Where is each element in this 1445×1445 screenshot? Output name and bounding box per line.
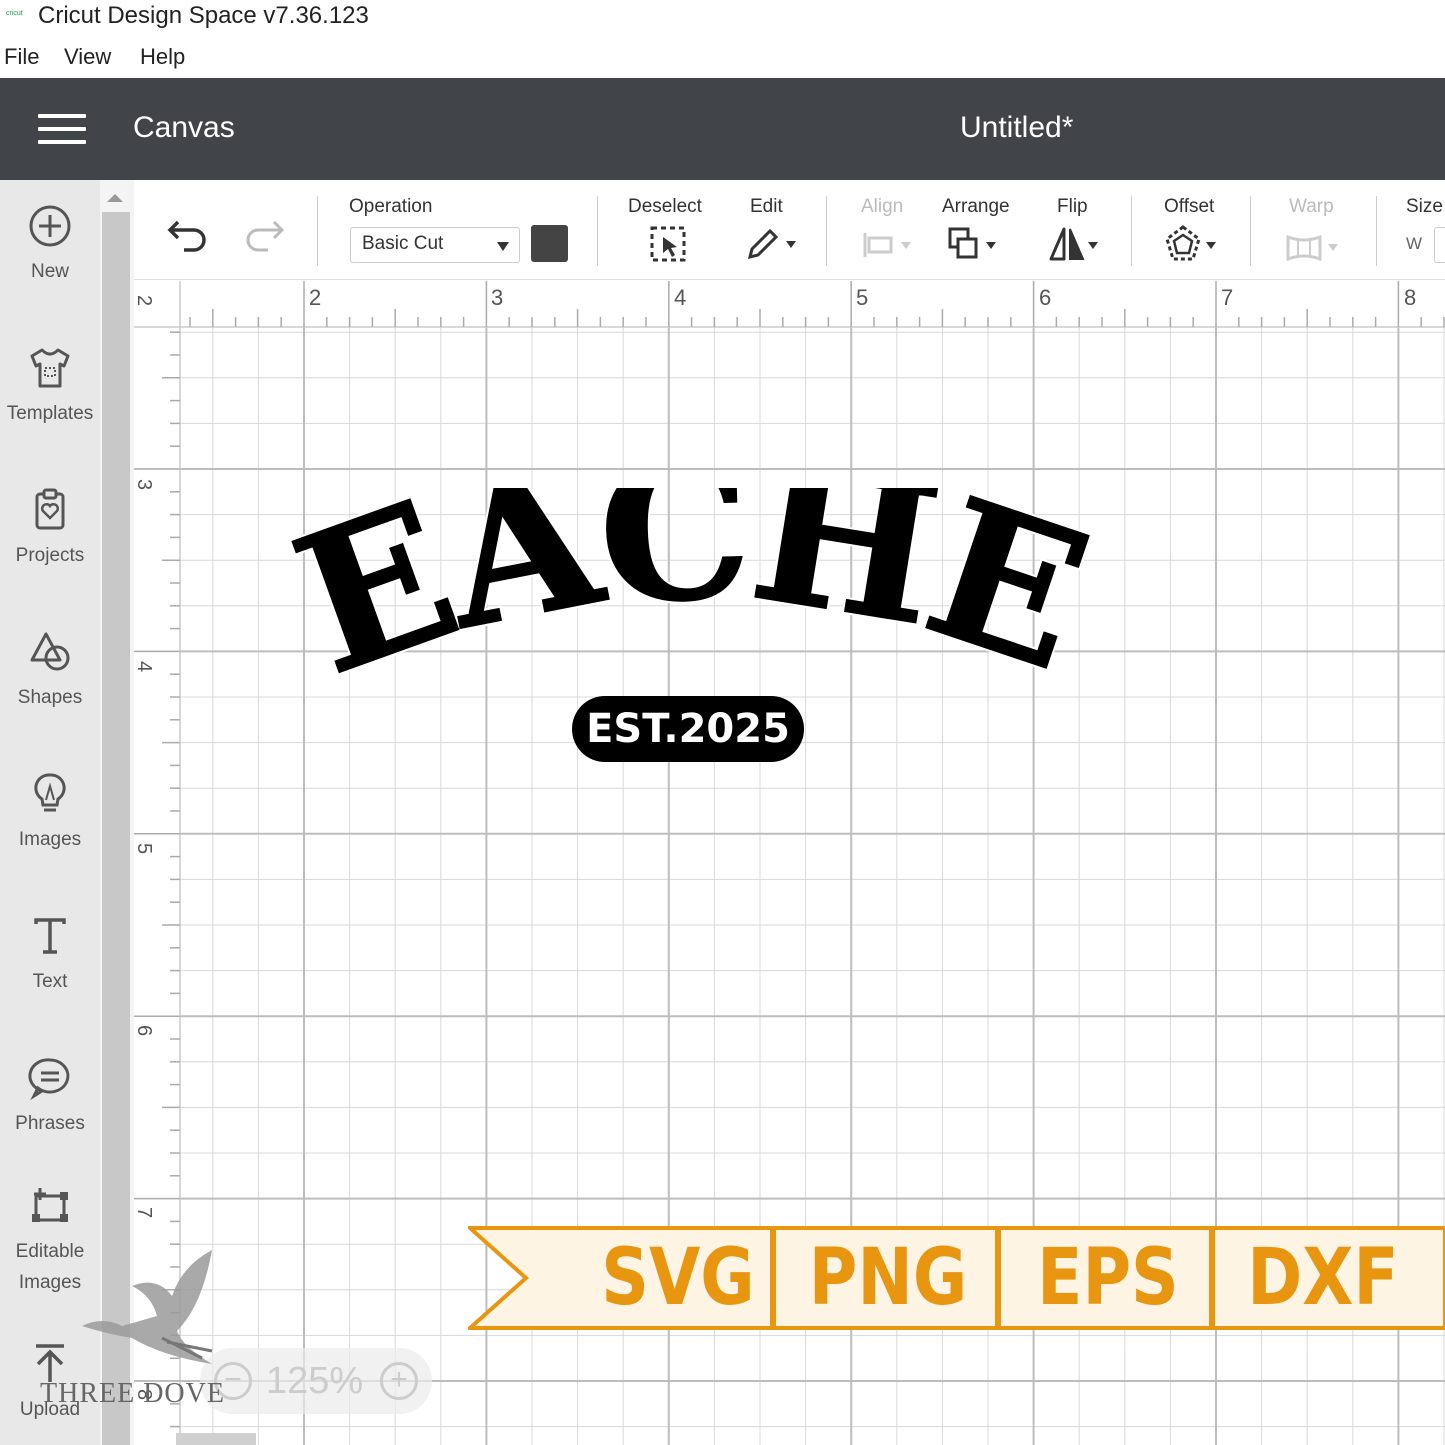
sidebar-item-label: Images	[18, 829, 82, 850]
size-w-label: W	[1406, 234, 1423, 253]
sidebar-item-phrases[interactable]: Phrases	[0, 1056, 100, 1139]
deselect-label: Deselect	[628, 196, 702, 217]
hamburger-menu-icon[interactable]	[38, 114, 86, 144]
app-logo: cricut	[6, 10, 23, 17]
watermark: THREE DOVE	[40, 1246, 240, 1410]
size-label: Size	[1406, 196, 1443, 217]
edit-pencil-icon[interactable]	[744, 225, 800, 263]
ruler-h-label: 3	[491, 285, 504, 310]
sidebar-item-text[interactable]: Text	[0, 914, 100, 997]
flip-label: Flip	[1057, 196, 1088, 217]
sidebar-item-label: Text	[32, 971, 68, 992]
warp-icon[interactable]	[1284, 225, 1344, 263]
sidebar-item-label: Projects	[15, 545, 85, 566]
operation-color-swatch[interactable]	[531, 225, 568, 262]
teacher-text-outline: TEACHER	[288, 488, 1098, 718]
menu-view[interactable]: View	[64, 44, 111, 70]
format-png: PNG	[808, 1233, 968, 1323]
sidebar-item-label: Templates	[6, 403, 94, 424]
operation-label: Operation	[349, 196, 433, 217]
watermark-text: THREE DOVE	[40, 1378, 225, 1409]
edit-toolbar: Operation Basic Cut Deselect Edit Align …	[134, 180, 1445, 280]
editable-image-icon	[32, 1188, 68, 1222]
undo-icon[interactable]	[166, 216, 210, 252]
document-title[interactable]: Untitled*	[960, 111, 1073, 145]
speech-bubble-icon	[28, 1058, 70, 1100]
menu-help[interactable]: Help	[140, 44, 185, 70]
ruler-v-label: 4	[134, 660, 156, 673]
align-icon[interactable]	[861, 225, 917, 263]
deselect-icon[interactable]	[649, 225, 687, 263]
sidebar-item-templates[interactable]: Templates	[0, 346, 100, 429]
edit-label: Edit	[750, 196, 783, 217]
format-eps: EPS	[1037, 1233, 1179, 1323]
align-label: Align	[861, 196, 904, 217]
app-header: Canvas Untitled*	[0, 78, 1445, 180]
sidebar-item-label: New	[30, 261, 69, 282]
sidebar-item-label: Shapes	[17, 687, 83, 708]
format-dxf: DXF	[1247, 1233, 1399, 1323]
teacher-design[interactable]: TEACHER TEACHER EST.2025	[288, 488, 1098, 763]
menu-file[interactable]: File	[4, 44, 39, 70]
ruler-v-label: 6	[134, 1024, 156, 1037]
svg-text:TEACHER: TEACHER	[288, 488, 1098, 717]
sidebar-item-shapes[interactable]: Shapes	[0, 630, 100, 713]
redo-icon[interactable]	[242, 216, 286, 252]
file-formats-banner: SVG PNG EPS DXF	[468, 1225, 1445, 1331]
ruler-v-label: 7	[134, 1206, 156, 1219]
operation-value: Basic Cut	[362, 233, 444, 254]
page-title: Canvas	[133, 111, 235, 144]
menu-bar: File View Help	[0, 38, 1445, 78]
warp-label: Warp	[1289, 196, 1334, 217]
plus-circle-icon	[29, 205, 71, 247]
shapes-icon	[30, 632, 70, 671]
window-title: Cricut Design Space v7.36.123	[38, 2, 369, 29]
sidebar-item-images[interactable]: Images	[0, 772, 100, 855]
ruler-h-label: 6	[1039, 285, 1052, 310]
ruler-h-label: 4	[674, 285, 687, 310]
sidebar-item-label: Phrases	[15, 1113, 85, 1134]
sidebar-item-new[interactable]: New	[0, 204, 100, 287]
zoom-level: 125%	[266, 1360, 364, 1402]
ruler-v-label: 2	[134, 294, 156, 307]
size-width-input[interactable]	[1434, 227, 1445, 263]
ruler-h-label: 5	[856, 285, 869, 310]
ruler-h-label: 8	[1404, 285, 1417, 310]
ruler-h-label: 2	[309, 285, 322, 310]
shirt-icon	[30, 348, 70, 388]
offset-icon[interactable]	[1164, 225, 1220, 263]
scroll-up-arrow-icon[interactable]	[107, 194, 123, 202]
lightbulb-icon	[34, 773, 66, 812]
title-bar: cricut Cricut Design Space v7.36.123	[0, 0, 1445, 36]
arrange-icon[interactable]	[946, 225, 1002, 263]
offset-label: Offset	[1164, 196, 1215, 217]
zoom-in-button[interactable]: +	[380, 1362, 418, 1400]
operation-select[interactable]: Basic Cut	[350, 227, 520, 263]
ruler-v-label: 5	[134, 842, 156, 855]
ruler-v-label: 3	[134, 478, 156, 491]
clipboard-heart-icon	[35, 488, 65, 530]
est-badge: EST.2025	[572, 696, 804, 762]
format-svg: SVG	[601, 1233, 755, 1323]
horizontal-ruler	[134, 281, 1445, 327]
dove-logo-icon	[82, 1250, 213, 1364]
flip-icon[interactable]	[1048, 225, 1104, 263]
arrange-label: Arrange	[942, 196, 1010, 217]
ruler-h-label: 7	[1221, 285, 1234, 310]
horizontal-scroll-thumb[interactable]	[176, 1433, 256, 1445]
text-t-icon	[34, 918, 66, 954]
sidebar-item-projects[interactable]: Projects	[0, 488, 100, 571]
chevron-down-icon	[497, 242, 509, 251]
